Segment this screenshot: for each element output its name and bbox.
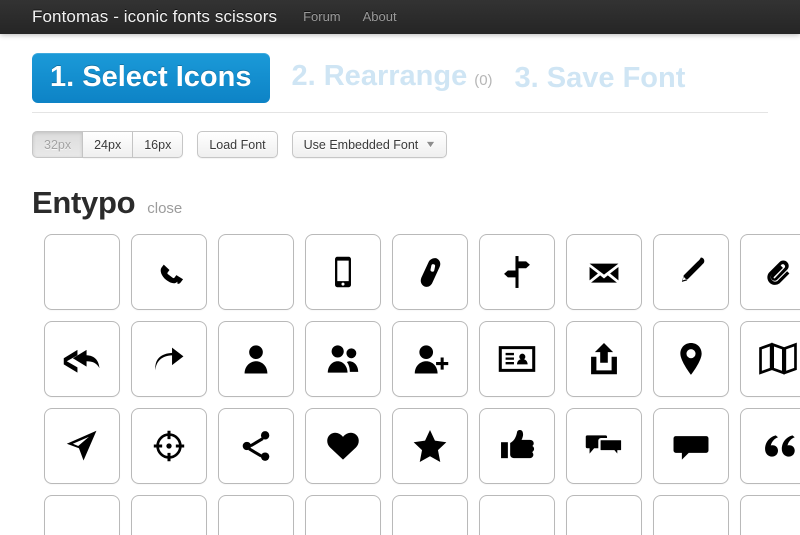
icon-tile-map-r1c8[interactable] — [740, 321, 800, 397]
chat-icon — [672, 427, 710, 465]
step-save-font-label: 3. Save Font — [514, 62, 686, 94]
reply-all-icon — [63, 340, 101, 378]
mouse-icon — [411, 253, 449, 291]
toolbar: 32px 24px 16px Load Font Use Embedded Fo… — [0, 113, 800, 158]
forward-icon — [150, 340, 188, 378]
phone-icon — [150, 253, 188, 291]
icon-tile-vcard-r1c5[interactable] — [479, 321, 555, 397]
thumbs-up-icon — [498, 427, 536, 465]
icon-tile-blank-r3c2[interactable] — [218, 495, 294, 535]
icon-tile-blank-r3c0[interactable] — [44, 495, 120, 535]
compass-icon — [150, 427, 188, 465]
font-name-title: Entypo — [32, 185, 136, 220]
icon-tile-user-r1c2[interactable] — [218, 321, 294, 397]
icon-tile-blank-r3c5[interactable] — [479, 495, 555, 535]
location-pin-icon — [672, 340, 710, 378]
icon-tile-share-r2c2[interactable] — [218, 408, 294, 484]
top-navbar: Fontomas - iconic fonts scissors Forum A… — [0, 0, 800, 34]
mail-icon — [585, 253, 623, 291]
icon-tile-thumbs-up-r2c5[interactable] — [479, 408, 555, 484]
icon-tile-reply-all-r1c0[interactable] — [44, 321, 120, 397]
paperclip-icon — [759, 253, 797, 291]
font-close-link[interactable]: close — [147, 200, 182, 217]
step-rearrange-label: 2. Rearrange — [291, 59, 468, 92]
navbar-links: Forum About — [303, 9, 397, 25]
heart-icon — [324, 427, 362, 465]
icon-size-button-group: 32px 24px 16px — [32, 131, 184, 158]
icon-tile-phone-r0c1[interactable] — [131, 234, 207, 310]
icon-tile-quote-r2c8[interactable] — [740, 408, 800, 484]
nav-link-about[interactable]: About — [363, 9, 397, 25]
pencil-icon — [672, 253, 710, 291]
step-rearrange[interactable]: 2. Rearrange (0) — [292, 59, 493, 98]
step-select-icons[interactable]: 1. Select Icons — [32, 53, 270, 103]
icon-tile-location-pin-r1c7[interactable] — [653, 321, 729, 397]
steps-section: 1. Select Icons 2. Rearrange (0) 3. Save… — [0, 34, 800, 113]
icon-tile-mouse-r0c4[interactable] — [392, 234, 468, 310]
icon-tile-blank-r3c4[interactable] — [392, 495, 468, 535]
chevron-down-icon: ▼ — [424, 139, 437, 149]
signpost-icon — [498, 253, 536, 291]
icon-tile-direction-r2c0[interactable] — [44, 408, 120, 484]
icon-tile-blank-r0c2[interactable] — [218, 234, 294, 310]
mobile-icon — [324, 253, 362, 291]
icon-tile-chat-r2c7[interactable] — [653, 408, 729, 484]
icon-tile-mail-r0c6[interactable] — [566, 234, 642, 310]
icon-tile-blank-r3c1[interactable] — [131, 495, 207, 535]
step-select-icons-label: 1. Select Icons — [50, 61, 252, 93]
size-button-16px[interactable]: 16px — [133, 131, 184, 158]
icon-tile-add-user-r1c4[interactable] — [392, 321, 468, 397]
map-icon — [759, 340, 797, 378]
quote-icon — [759, 427, 797, 465]
icon-tile-compass-r2c1[interactable] — [131, 408, 207, 484]
step-rearrange-count: (0) — [474, 71, 493, 89]
icon-tile-blank-r3c3[interactable] — [305, 495, 381, 535]
direction-icon — [63, 427, 101, 465]
user-icon — [237, 340, 275, 378]
step-nav: 1. Select Icons 2. Rearrange (0) 3. Save… — [32, 52, 768, 104]
icon-tile-users-r1c3[interactable] — [305, 321, 381, 397]
icon-tile-mobile-r0c3[interactable] — [305, 234, 381, 310]
font-section-header: Entypo close — [0, 158, 800, 220]
icon-tile-blank-r3c7[interactable] — [653, 495, 729, 535]
use-embedded-font-dropdown[interactable]: Use Embedded Font ▼ — [291, 131, 448, 158]
chats-icon — [585, 427, 623, 465]
icon-tile-blank-r3c8[interactable] — [740, 495, 800, 535]
star-icon — [411, 427, 449, 465]
app-brand-title: Fontomas - iconic fonts scissors — [32, 7, 278, 26]
step-save-font[interactable]: 3. Save Font — [515, 61, 686, 95]
icon-tile-heart-r2c3[interactable] — [305, 408, 381, 484]
vcard-icon — [498, 340, 536, 378]
icon-grid — [0, 220, 800, 535]
icon-tile-forward-r1c1[interactable] — [131, 321, 207, 397]
icon-tile-export-r1c6[interactable] — [566, 321, 642, 397]
icon-tile-pencil-r0c7[interactable] — [653, 234, 729, 310]
size-button-32px[interactable]: 32px — [32, 131, 84, 158]
load-font-button[interactable]: Load Font — [197, 131, 278, 158]
icon-tile-signpost-r0c5[interactable] — [479, 234, 555, 310]
export-icon — [585, 340, 623, 378]
share-icon — [237, 427, 275, 465]
users-icon — [324, 340, 362, 378]
icon-tile-blank-r3c6[interactable] — [566, 495, 642, 535]
use-embedded-font-label: Use Embedded Font — [303, 137, 419, 152]
icon-tile-blank-r0c0[interactable] — [44, 234, 120, 310]
icon-tile-paperclip-r0c8[interactable] — [740, 234, 800, 310]
nav-link-forum[interactable]: Forum — [303, 9, 341, 25]
icon-tile-star-r2c4[interactable] — [392, 408, 468, 484]
icon-tile-chats-r2c6[interactable] — [566, 408, 642, 484]
size-button-24px[interactable]: 24px — [83, 131, 134, 158]
add-user-icon — [411, 340, 449, 378]
